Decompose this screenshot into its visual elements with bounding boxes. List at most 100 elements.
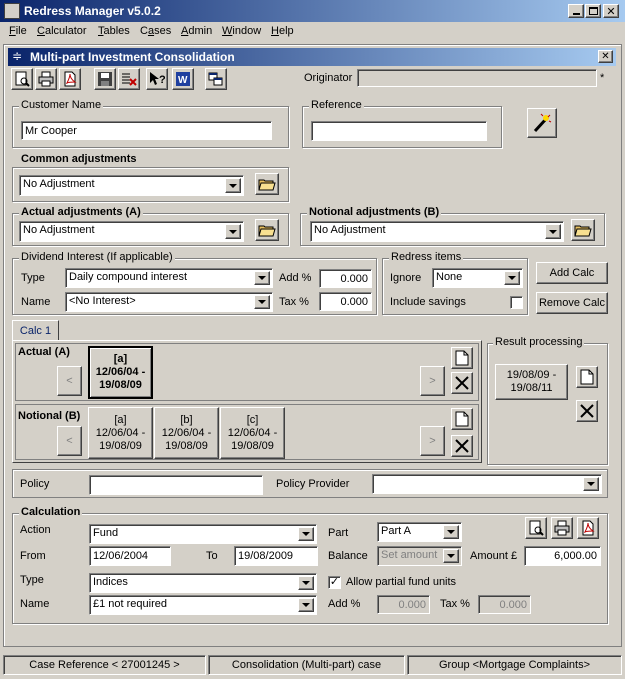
reference-label: Reference xyxy=(309,99,364,111)
actual-delete-icon[interactable] xyxy=(451,372,473,394)
chevron-down-icon[interactable] xyxy=(225,178,241,193)
remove-calc-button[interactable]: Remove Calc xyxy=(536,292,608,314)
calc-pdf-icon[interactable] xyxy=(577,517,599,539)
actual-adjustments-select[interactable]: No Adjustment xyxy=(19,221,244,242)
menu-admin[interactable]: Admin xyxy=(181,25,212,37)
policy-input[interactable] xyxy=(89,475,263,495)
reference-input[interactable] xyxy=(311,121,487,141)
calc-print-icon[interactable] xyxy=(551,517,573,539)
actual-item-a[interactable]: [a] 12/06/04 - 19/08/09 xyxy=(88,346,153,399)
amount-input[interactable]: 6,000.00 xyxy=(524,546,601,566)
calculation-label: Calculation xyxy=(19,506,83,518)
actual-adjustments-value: No Adjustment xyxy=(23,224,95,236)
context-help-icon[interactable]: ? xyxy=(146,68,168,90)
part-select[interactable]: Part A xyxy=(377,522,462,542)
notional-item-a[interactable]: [a] 12/06/04 - 19/08/09 xyxy=(88,407,153,459)
notional-delete-icon[interactable] xyxy=(451,435,473,457)
notional-item-c-end: 19/08/09 xyxy=(231,439,274,452)
minimize-button[interactable] xyxy=(568,4,584,18)
notional-item-b-end: 19/08/09 xyxy=(165,439,208,452)
add-calc-button[interactable]: Add Calc xyxy=(536,262,608,284)
notional-item-a-tag: [a] xyxy=(114,413,127,426)
preview-icon[interactable] xyxy=(11,68,33,90)
menu-calculator[interactable]: Calculator xyxy=(37,25,87,37)
customer-name-input[interactable]: Mr Cooper xyxy=(21,121,272,140)
result-item[interactable]: 19/08/09 - 19/08/11 xyxy=(495,364,568,400)
actual-next-button[interactable]: > xyxy=(420,366,445,396)
chevron-down-icon[interactable] xyxy=(504,271,520,285)
actual-item-a-tag: [a] xyxy=(113,353,128,365)
type-select[interactable]: Indices xyxy=(89,573,317,593)
include-savings-checkbox[interactable] xyxy=(510,296,523,309)
menu-tables[interactable]: Tables xyxy=(98,25,130,37)
result-new-icon[interactable] xyxy=(576,366,598,388)
type-value: Indices xyxy=(93,576,128,588)
common-adjustments-open-button[interactable] xyxy=(255,173,279,195)
delete-icon[interactable] xyxy=(118,68,140,90)
chevron-down-icon[interactable] xyxy=(254,295,270,309)
chevron-down-icon[interactable] xyxy=(545,224,561,239)
part-label: Part xyxy=(328,527,349,539)
chevron-down-icon[interactable] xyxy=(298,598,314,612)
name-value: £1 not required xyxy=(93,598,167,610)
originator-label: Originator xyxy=(304,72,353,84)
actual-prev-button[interactable]: < xyxy=(57,366,82,396)
chevron-down-icon[interactable] xyxy=(254,271,270,285)
doc-title: Multi-part Investment Consolidation xyxy=(30,50,235,64)
pdf-icon[interactable] xyxy=(59,68,81,90)
calc-tab[interactable]: Calc 1 xyxy=(12,320,59,341)
window-icon[interactable] xyxy=(205,68,227,90)
name-select[interactable]: £1 not required xyxy=(89,595,317,615)
status-case-reference: Case Reference < 27001245 > xyxy=(3,655,206,675)
notional-prev-button[interactable]: < xyxy=(57,426,82,456)
doc-close-button[interactable]: ✕ xyxy=(598,50,613,63)
notional-adjustments-select[interactable]: No Adjustment xyxy=(310,221,564,242)
ignore-select[interactable]: None xyxy=(432,268,523,288)
redress-items-label: Redress items xyxy=(389,251,464,263)
dividend-add-input[interactable]: 0.000 xyxy=(319,269,372,288)
calc-preview-icon[interactable] xyxy=(525,517,547,539)
actual-item-a-end: 19/08/09 xyxy=(99,379,142,391)
actual-adjustments-open-button[interactable] xyxy=(255,219,279,241)
chevron-down-icon[interactable] xyxy=(298,576,314,590)
dividend-name-select[interactable]: <No Interest> xyxy=(65,292,273,312)
notional-item-c[interactable]: [c] 12/06/04 - 19/08/09 xyxy=(220,407,285,459)
doc-icon: ≑ xyxy=(12,49,23,63)
menu-file[interactable]: File xyxy=(9,25,27,37)
print-icon[interactable] xyxy=(35,68,57,90)
notional-label: Notional (B) xyxy=(18,410,81,422)
menu-cases[interactable]: Cases xyxy=(140,25,171,37)
policy-provider-label: Policy Provider xyxy=(276,478,350,490)
balance-value: Set amount xyxy=(381,549,438,561)
chevron-down-icon[interactable] xyxy=(225,224,241,239)
chevron-down-icon[interactable] xyxy=(298,527,314,541)
notional-adjustments-open-button[interactable] xyxy=(571,219,595,241)
result-delete-icon[interactable] xyxy=(576,400,598,422)
common-adjustments-select[interactable]: No Adjustment xyxy=(19,175,244,196)
menu-window[interactable]: Window xyxy=(222,25,261,37)
word-icon[interactable]: W xyxy=(172,68,194,90)
notional-item-a-end: 19/08/09 xyxy=(99,439,142,452)
dividend-tax-input[interactable]: 0.000 xyxy=(319,292,372,311)
menu-help[interactable]: Help xyxy=(271,25,294,37)
maximize-button[interactable] xyxy=(585,4,601,18)
action-select[interactable]: Fund xyxy=(89,524,317,544)
notional-item-b[interactable]: [b] 12/06/04 - 19/08/09 xyxy=(154,407,219,459)
to-input[interactable]: 19/08/2009 xyxy=(234,546,318,566)
chevron-down-icon[interactable] xyxy=(443,525,459,539)
chevron-down-icon[interactable] xyxy=(583,477,599,491)
save-icon[interactable] xyxy=(94,68,116,90)
from-input[interactable]: 12/06/2004 xyxy=(89,546,171,566)
dividend-type-label: Type xyxy=(21,272,45,284)
amount-label: Amount £ xyxy=(470,550,518,562)
actual-new-icon[interactable] xyxy=(451,347,473,369)
allow-partial-checkbox[interactable]: ✓ xyxy=(328,576,341,589)
close-button[interactable]: ✕ xyxy=(603,4,619,18)
magic-wand-button[interactable] xyxy=(527,108,557,138)
notional-new-icon[interactable] xyxy=(451,408,473,430)
policy-provider-select[interactable] xyxy=(372,474,602,494)
common-adjustments-value: No Adjustment xyxy=(23,178,95,190)
notional-next-button[interactable]: > xyxy=(420,426,445,456)
dividend-type-select[interactable]: Daily compound interest xyxy=(65,268,273,288)
dividend-type-value: Daily compound interest xyxy=(69,271,188,283)
